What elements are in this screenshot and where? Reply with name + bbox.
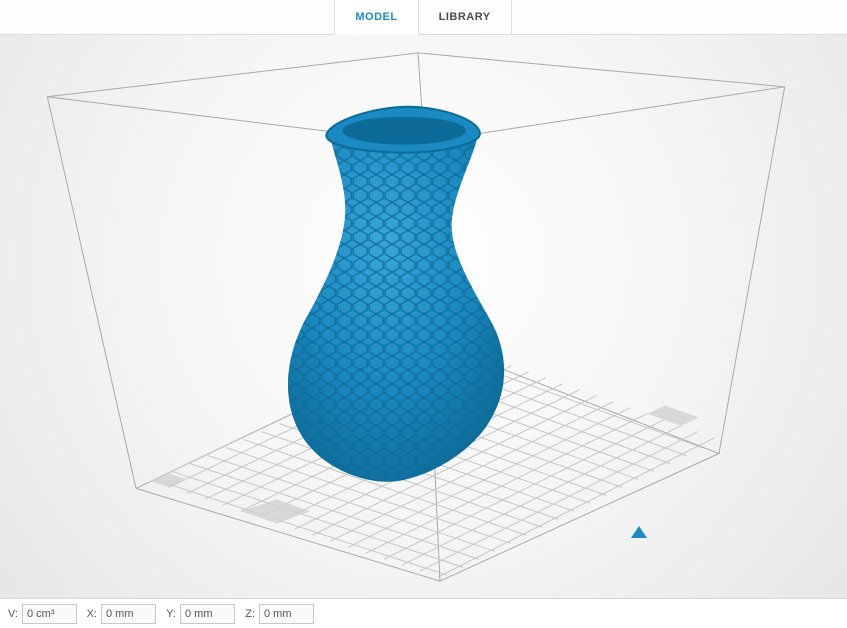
volume-input[interactable]: [22, 604, 77, 624]
orientation-triangle-icon[interactable]: [631, 526, 647, 538]
volume-label: V:: [4, 608, 18, 620]
y-input[interactable]: [180, 604, 235, 624]
model-vase[interactable]: [288, 107, 504, 482]
tab-bar: MODEL LIBRARY: [0, 0, 847, 35]
tab-model[interactable]: MODEL: [334, 0, 418, 35]
status-y: Y:: [162, 604, 235, 624]
x-input[interactable]: [101, 604, 156, 624]
tab-library[interactable]: LIBRARY: [418, 0, 512, 34]
viewport-3d[interactable]: [0, 35, 847, 598]
status-x: X:: [83, 604, 156, 624]
z-label: Z:: [241, 608, 255, 620]
z-input[interactable]: [259, 604, 314, 624]
status-volume: V:: [4, 604, 77, 624]
scene-svg: [0, 35, 847, 598]
status-bar: V: X: Y: Z:: [0, 598, 847, 628]
x-label: X:: [83, 608, 97, 620]
y-label: Y:: [162, 608, 176, 620]
status-z: Z:: [241, 604, 314, 624]
